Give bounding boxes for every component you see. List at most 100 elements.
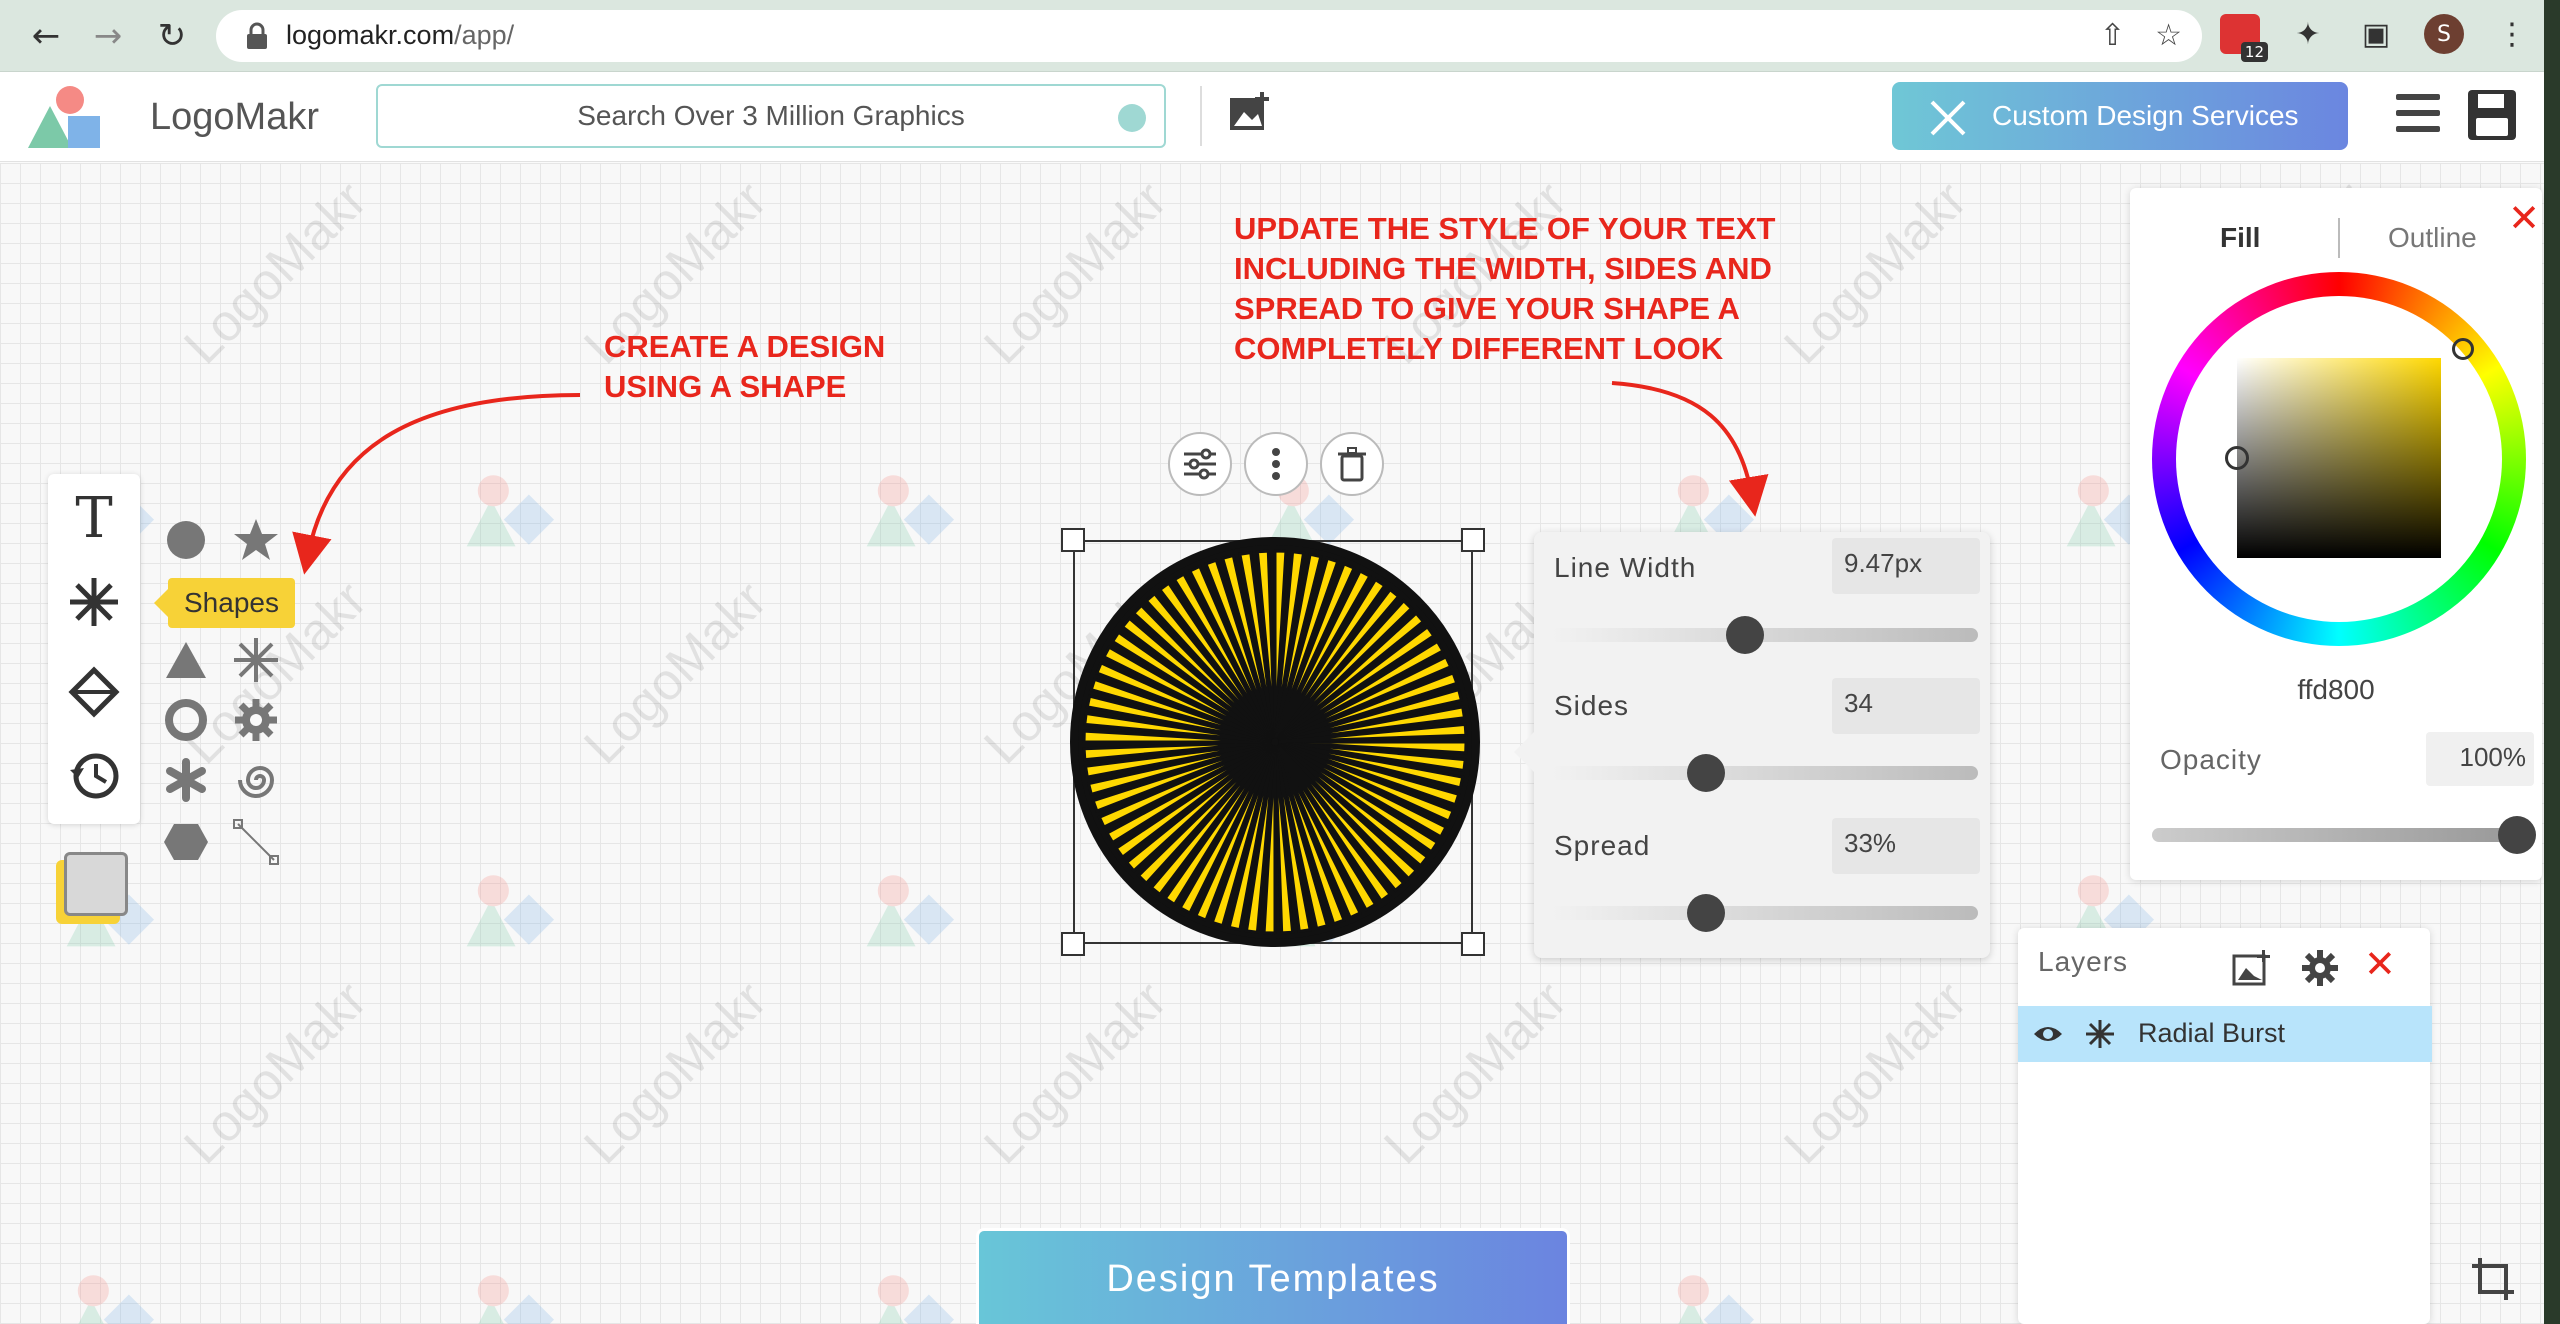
star-shape-icon[interactable] — [232, 516, 280, 564]
hex-value[interactable]: ffd800 — [2130, 674, 2542, 706]
header-divider — [1200, 86, 1202, 146]
design-tools-icon — [1930, 100, 1966, 136]
history-icon[interactable] — [66, 748, 122, 804]
search-box[interactable] — [376, 84, 1166, 148]
forward-icon[interactable]: → — [86, 14, 130, 58]
back-icon[interactable]: ← — [24, 14, 68, 58]
radial-burst-icon — [2086, 1020, 2114, 1048]
sliders-icon — [1184, 448, 1216, 480]
radial-burst-shape[interactable] — [1065, 527, 1485, 957]
close-icon[interactable]: ✕ — [2508, 196, 2540, 240]
tool-sidebar: T — [48, 474, 140, 824]
watermark-logo — [866, 475, 955, 547]
watermark-logo — [466, 875, 555, 947]
hexagon-shape-icon[interactable] — [162, 818, 210, 866]
watermark-logo — [877, 1275, 955, 1324]
app-header: LogoMakr Custom Design Services — [0, 72, 2544, 162]
slider-knob[interactable] — [1725, 616, 1764, 654]
annotation-update-style: UPDATE THE STYLE OF YOUR TEXT INCLUDING … — [1234, 211, 1776, 366]
radial-burst-shape-icon[interactable] — [232, 636, 280, 684]
watermark-text: LogoMakr — [573, 570, 778, 776]
search-input[interactable] — [378, 86, 1164, 146]
more-menu-icon[interactable]: ⋮ — [2492, 14, 2532, 54]
shape-context-toolbar — [1168, 432, 1384, 496]
slider-knob[interactable] — [2498, 816, 2536, 854]
save-icon[interactable] — [2468, 90, 2516, 140]
design-templates-button[interactable]: Design Templates — [976, 1228, 1570, 1324]
line-width-label: Line Width — [1554, 552, 1697, 583]
slider-knob[interactable] — [1686, 754, 1725, 792]
eraser-tool-icon[interactable] — [66, 662, 122, 718]
crop-icon[interactable] — [2470, 1256, 2516, 1302]
spread-row: Spread 33% — [1534, 812, 1990, 952]
custom-design-services-button[interactable]: Custom Design Services — [1892, 82, 2348, 150]
watermark-text: LogoMakr — [173, 970, 378, 1176]
tab-fill[interactable]: Fill — [2220, 222, 2260, 254]
spread-label: Spread — [1554, 830, 1651, 861]
adjust-settings-button[interactable] — [1168, 432, 1232, 496]
watermark-logo — [477, 1275, 555, 1324]
gear-shape-icon[interactable] — [232, 696, 280, 744]
shapes-tool-icon[interactable] — [66, 574, 122, 630]
watermark-text: LogoMakr — [1773, 970, 1978, 1176]
spread-slider[interactable] — [1550, 894, 1978, 932]
line-width-row: Line Width 9.47px — [1534, 532, 1990, 672]
sides-input[interactable]: 34 — [1832, 678, 1980, 734]
layers-panel: Layers ✕ Radial Burst — [2018, 928, 2432, 1324]
line-width-slider[interactable] — [1550, 616, 1978, 654]
opacity-slider[interactable] — [2152, 816, 2536, 854]
watermark-logo — [866, 875, 955, 947]
watermark-text: LogoMakr — [173, 170, 378, 376]
side-panel-icon[interactable]: ▣ — [2356, 14, 2396, 54]
bookmark-star-icon[interactable]: ☆ — [2155, 18, 2182, 53]
tab-outline[interactable]: Outline — [2388, 222, 2477, 254]
saturation-value-picker[interactable] — [2225, 358, 2441, 558]
watermark-text: LogoMakr — [973, 970, 1178, 1176]
address-bar[interactable]: logomakr.com/app/ ⇧ ☆ — [216, 10, 2202, 62]
delete-shape-button[interactable] — [1320, 432, 1384, 496]
window-edge — [2544, 0, 2560, 1324]
watermark-text: LogoMakr — [973, 170, 1178, 376]
asterisk-shape-icon[interactable] — [162, 756, 210, 804]
watermark-logo — [466, 475, 555, 547]
gear-icon[interactable] — [2300, 948, 2340, 988]
text-tool-icon[interactable]: T — [66, 486, 122, 551]
hue-marker[interactable] — [2452, 338, 2474, 360]
add-image-icon[interactable] — [1228, 90, 1272, 134]
line-width-input[interactable]: 9.47px — [1832, 538, 1980, 594]
vertical-dots-icon — [1272, 448, 1280, 480]
profile-avatar[interactable]: S — [2424, 14, 2464, 54]
add-layer-image-icon[interactable] — [2232, 948, 2272, 988]
brand-name[interactable]: LogoMakr — [150, 96, 319, 139]
hamburger-menu-icon[interactable] — [2396, 94, 2440, 134]
more-options-button[interactable] — [1244, 432, 1308, 496]
spread-input[interactable]: 33% — [1832, 818, 1980, 874]
watermark-text: LogoMakr — [1773, 170, 1978, 376]
watermark-text: LogoMakr — [573, 970, 778, 1176]
line-shape-icon[interactable] — [232, 818, 280, 866]
url-text: logomakr.com/app/ — [286, 20, 515, 50]
sides-label: Sides — [1554, 690, 1630, 721]
ring-shape-icon[interactable] — [162, 696, 210, 744]
sides-slider[interactable] — [1550, 754, 1978, 792]
color-swatch-outline[interactable] — [64, 852, 128, 916]
opacity-input[interactable]: 100% — [2426, 732, 2534, 786]
eye-icon[interactable] — [2032, 1020, 2064, 1048]
trash-icon — [1338, 447, 1366, 482]
color-marker[interactable] — [2225, 446, 2249, 470]
triangle-shape-icon[interactable] — [162, 636, 210, 684]
circle-shape-icon[interactable] — [162, 516, 210, 564]
logomakr-logo[interactable] — [22, 82, 112, 154]
slider-knob[interactable] — [1686, 894, 1725, 932]
puzzle-icon[interactable]: ✦ — [2288, 14, 2328, 54]
close-icon[interactable]: ✕ — [2364, 942, 2396, 986]
share-icon[interactable]: ⇧ — [2100, 18, 2125, 53]
layers-title: Layers — [2038, 946, 2129, 977]
reload-icon[interactable]: ↻ — [150, 14, 194, 58]
shape-settings-panel: Line Width 9.47px Sides 34 Spread 33% — [1514, 532, 1990, 958]
browser-toolbar: ← → ↻ logomakr.com/app/ ⇧ ☆ 12 ✦ ▣ S ⋮ — [0, 0, 2560, 72]
search-icon[interactable] — [1118, 104, 1146, 132]
spiral-shape-icon[interactable] — [232, 756, 280, 804]
extension-icon[interactable]: 12 — [2220, 14, 2268, 62]
layer-item[interactable]: Radial Burst — [2018, 1006, 2432, 1062]
